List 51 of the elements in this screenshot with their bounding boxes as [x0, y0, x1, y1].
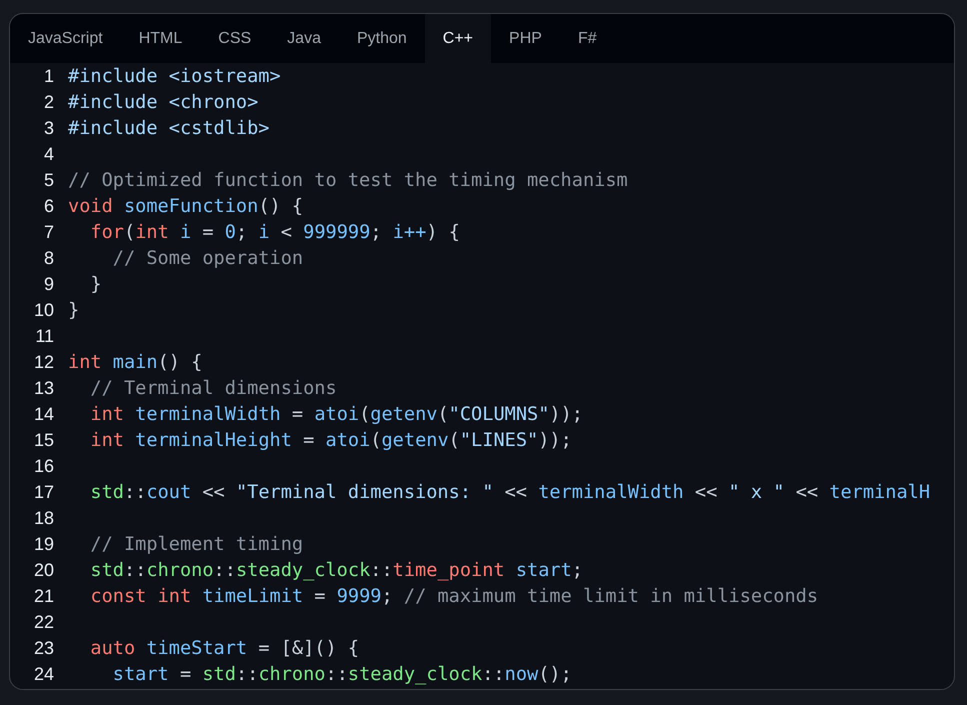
- line-number: 20: [32, 560, 54, 580]
- line-number: 15: [32, 430, 54, 450]
- code-line: #include <chrono>: [68, 92, 258, 112]
- line-number: 9: [42, 274, 54, 294]
- language-tab[interactable]: F#: [560, 14, 615, 63]
- code-line: int main() {: [68, 352, 202, 372]
- language-tab[interactable]: PHP: [491, 14, 560, 63]
- code-line: // Some operation: [112, 248, 304, 268]
- line-number: 2: [42, 92, 54, 112]
- line-number: 4: [42, 144, 54, 164]
- code-line: }: [89, 274, 102, 294]
- code-line: start = std::chrono::steady_clock::now();: [112, 664, 572, 684]
- line-number: 6: [42, 196, 54, 216]
- code-line: void someFunction() {: [68, 196, 304, 216]
- line-number: 10: [32, 300, 54, 320]
- language-tab[interactable]: Python: [338, 14, 425, 63]
- code-line: #include <cstdlib>: [68, 118, 270, 138]
- line-number: 17: [32, 482, 54, 502]
- line-number: 23: [32, 638, 54, 658]
- line-number: 18: [32, 508, 54, 528]
- line-number: 5: [42, 170, 54, 190]
- code-line: std::cout << "Terminal dimensions: " << terminalWidth << " x " << terminalH: [89, 482, 930, 502]
- line-number: 7: [42, 222, 54, 242]
- line-number: 22: [32, 612, 54, 632]
- line-number: 19: [32, 534, 54, 554]
- line-number: 1: [42, 66, 54, 86]
- code-line: for(int i = 0; i < 999999; i++) {: [89, 222, 460, 242]
- line-number: 14: [32, 404, 54, 424]
- line-number: 8: [42, 248, 54, 268]
- line-number: 11: [34, 326, 54, 346]
- line-number: 3: [42, 118, 54, 138]
- code-line: // Terminal dimensions: [89, 378, 337, 398]
- code-line: const int timeLimit = 9999; // maximum time limit in milliseconds: [89, 586, 818, 606]
- line-number: 13: [32, 378, 54, 398]
- code-line: // Implement timing: [89, 534, 304, 554]
- code-line: std::chrono::steady_clock::time_point start;: [89, 560, 583, 580]
- line-number: 16: [32, 456, 54, 476]
- line-number: 21: [32, 586, 54, 606]
- language-tab[interactable]: Java: [269, 14, 339, 63]
- code-line: }: [68, 300, 80, 320]
- line-number: 24: [32, 664, 54, 684]
- code-line: auto timeStart = [&]() {: [89, 638, 360, 658]
- code-line: #include <iostream>: [68, 66, 281, 86]
- code-line: int terminalWidth = atoi(getenv("COLUMNS"));: [89, 404, 584, 424]
- language-tab[interactable]: JavaScript: [10, 14, 121, 63]
- language-tab[interactable]: C++: [424, 14, 492, 63]
- language-tab[interactable]: CSS: [200, 14, 270, 63]
- code-line: // Optimized function to test the timing mechanism: [68, 170, 628, 190]
- code-line: int terminalHeight = atoi(getenv("LINES"));: [89, 430, 572, 450]
- language-tab[interactable]: HTML: [120, 14, 200, 63]
- line-number: 12: [32, 352, 54, 372]
